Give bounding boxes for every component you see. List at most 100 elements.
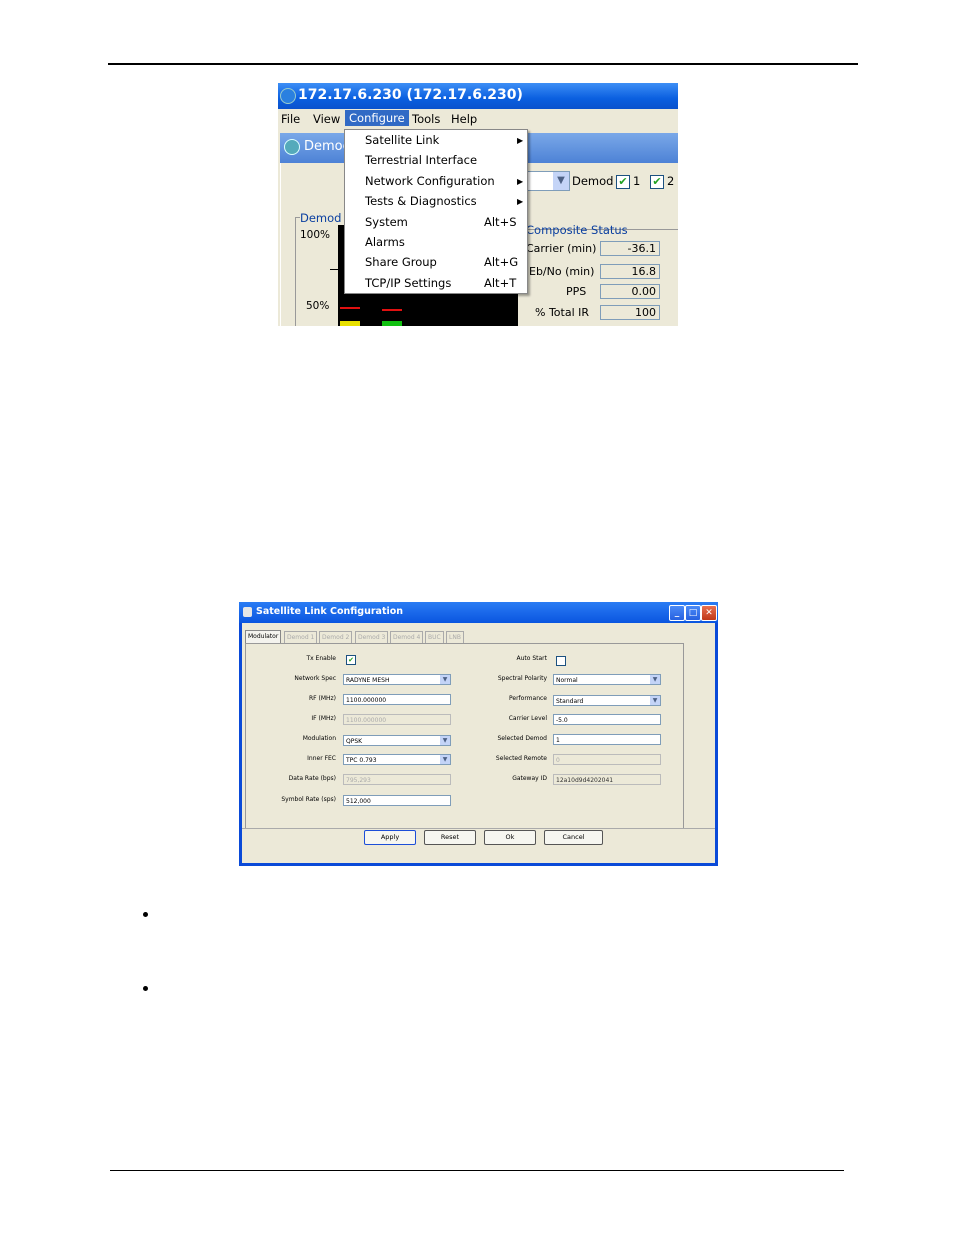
ebno-min-value: 16.8: [600, 264, 660, 279]
menu-help[interactable]: Help: [451, 112, 477, 126]
group-border: [295, 217, 296, 326]
menu-item-alarms[interactable]: Alarms: [365, 235, 405, 249]
auto-start-label: Auto Start: [516, 655, 548, 662]
minimize-icon[interactable]: _: [669, 605, 685, 621]
menu-item-network-configuration[interactable]: Network Configuration: [365, 174, 495, 188]
footer-rule: [110, 1170, 844, 1171]
if-mhz-label: IF (MHz): [311, 715, 336, 722]
menu-item-system[interactable]: System: [365, 215, 408, 229]
composite-status-label: Composite Status: [526, 223, 628, 237]
shortcut-system: Alt+S: [484, 215, 517, 229]
chevron-down-icon: ▼: [440, 736, 450, 745]
total-ir-value: 100: [600, 305, 660, 320]
bullet-point: [143, 912, 148, 917]
dialog-titlebar: Satellite Link Configuration _ □ ✕: [239, 602, 718, 623]
tab-lnb[interactable]: LNB: [446, 631, 464, 643]
ok-button[interactable]: Ok: [484, 830, 536, 845]
reset-button[interactable]: Reset: [424, 830, 476, 845]
tab-buc[interactable]: BUC: [425, 631, 444, 643]
chevron-down-icon: ▼: [440, 755, 450, 764]
close-icon[interactable]: ✕: [701, 605, 717, 621]
maximize-icon[interactable]: □: [685, 605, 701, 621]
selected-remote-label: Selected Remote: [495, 755, 547, 762]
selected-demod-label: Selected Demod: [497, 735, 547, 742]
menu-view[interactable]: View: [313, 112, 340, 126]
pct-50-label: 50%: [306, 300, 330, 312]
chevron-down-icon: ▼: [650, 696, 660, 705]
app-icon: [280, 88, 296, 104]
selected-remote-input: 0: [553, 754, 661, 765]
selected-demod-input[interactable]: 1: [553, 734, 661, 745]
menu-item-tests-diagnostics[interactable]: Tests & Diagnostics: [365, 194, 477, 208]
submenu-arrow-icon: ▶: [517, 177, 524, 186]
spectral-polarity-select[interactable]: Normal ▼: [553, 674, 661, 685]
demod2-checkbox-label: 2: [667, 174, 675, 188]
rf-mhz-input[interactable]: 1100.000000: [343, 694, 451, 705]
menu-item-satellite-link[interactable]: Satellite Link: [365, 133, 439, 147]
tab-demod-2[interactable]: Demod 2: [319, 631, 353, 643]
chevron-down-icon: ▼: [650, 675, 660, 684]
menu-item-share-group[interactable]: Share Group: [365, 255, 437, 269]
dialog-title: Satellite Link Configuration: [256, 606, 404, 617]
menu-configure[interactable]: Configure: [345, 110, 409, 126]
submenu-arrow-icon: ▶: [517, 197, 524, 206]
cancel-button[interactable]: Cancel: [544, 830, 603, 845]
carrier-level-input[interactable]: -5.0: [553, 714, 661, 725]
demod1-checkbox-label: 1: [633, 174, 641, 188]
button-separator: [242, 828, 715, 829]
data-rate-label: Data Rate (bps): [288, 775, 336, 782]
gateway-id-input: 12a10d9d4202041: [553, 774, 661, 785]
network-spec-select[interactable]: RADYNE MESH ▼: [343, 674, 451, 685]
tab-demod-3[interactable]: Demod 3: [355, 631, 389, 643]
modulation-label: Modulation: [302, 735, 336, 742]
submenu-arrow-icon: ▶: [517, 136, 524, 145]
tx-enable-label: Tx Enable: [306, 655, 336, 662]
if-mhz-input: 1100.000000: [343, 714, 451, 725]
apply-button[interactable]: Apply: [364, 830, 416, 845]
bullet-point: [143, 986, 148, 991]
inner-fec-value: TPC 0.793: [346, 757, 377, 764]
tab-demod-4[interactable]: Demod 4: [390, 631, 424, 643]
menu-item-tcpip-settings[interactable]: TCP/IP Settings: [365, 276, 451, 290]
gear-icon: [284, 139, 300, 155]
chevron-down-icon: ▼: [553, 172, 569, 190]
performance-label: Performance: [508, 695, 547, 702]
pct-100-label: 100%: [300, 229, 331, 241]
demod2-checkbox[interactable]: ✔: [650, 175, 664, 189]
tab-demod-1[interactable]: Demod 1: [284, 631, 318, 643]
performance-select[interactable]: Standard ▼: [553, 695, 661, 706]
carrier-min-label: Carrier (min): [526, 242, 597, 255]
pps-value: 0.00: [600, 284, 660, 299]
axis-tick: [330, 269, 338, 270]
inner-fec-label: Inner FEC: [307, 755, 336, 762]
spectral-polarity-value: Normal: [556, 677, 578, 684]
tx-enable-checkbox[interactable]: ✔: [346, 655, 356, 665]
app-window-screenshot: 172.17.6.230 (172.17.6.230) File View Co…: [278, 83, 678, 326]
symbol-rate-input[interactable]: 512,000: [343, 795, 451, 806]
carrier-min-value: -36.1: [600, 241, 660, 256]
network-spec-label: Network Spec: [294, 675, 336, 682]
menu-file[interactable]: File: [281, 112, 300, 126]
modulator-pane: Tx Enable ✔ Network Spec RADYNE MESH ▼ RF…: [245, 643, 684, 829]
demod1-checkbox[interactable]: ✔: [616, 175, 630, 189]
pps-label: PPS: [566, 285, 587, 298]
level-bar-yellow: [340, 321, 360, 326]
shortcut-tcpip-settings: Alt+T: [484, 276, 517, 290]
inner-fec-select[interactable]: TPC 0.793 ▼: [343, 754, 451, 765]
modulation-value: QPSK: [346, 738, 363, 745]
rf-mhz-label: RF (MHz): [308, 695, 336, 702]
carrier-level-label: Carrier Level: [508, 715, 547, 722]
menu-tools[interactable]: Tools: [412, 112, 440, 126]
tab-modulator[interactable]: Modulator: [245, 630, 282, 643]
java-icon: [243, 607, 252, 617]
menu-item-terrestrial-interface[interactable]: Terrestrial Interface: [365, 153, 477, 167]
demod-select[interactable]: ▼: [526, 171, 570, 191]
header-rule: [108, 63, 858, 65]
satellite-link-config-dialog: Satellite Link Configuration _ □ ✕ Modul…: [239, 602, 718, 866]
auto-start-checkbox[interactable]: [556, 656, 566, 666]
dialog-body: Modulator Demod 1 Demod 2 Demod 3 Demod …: [242, 623, 715, 863]
spectral-polarity-label: Spectral Polarity: [497, 675, 547, 682]
modulation-select[interactable]: QPSK ▼: [343, 735, 451, 746]
window-titlebar: 172.17.6.230 (172.17.6.230): [278, 83, 678, 109]
total-ir-label: % Total IR: [535, 306, 590, 319]
